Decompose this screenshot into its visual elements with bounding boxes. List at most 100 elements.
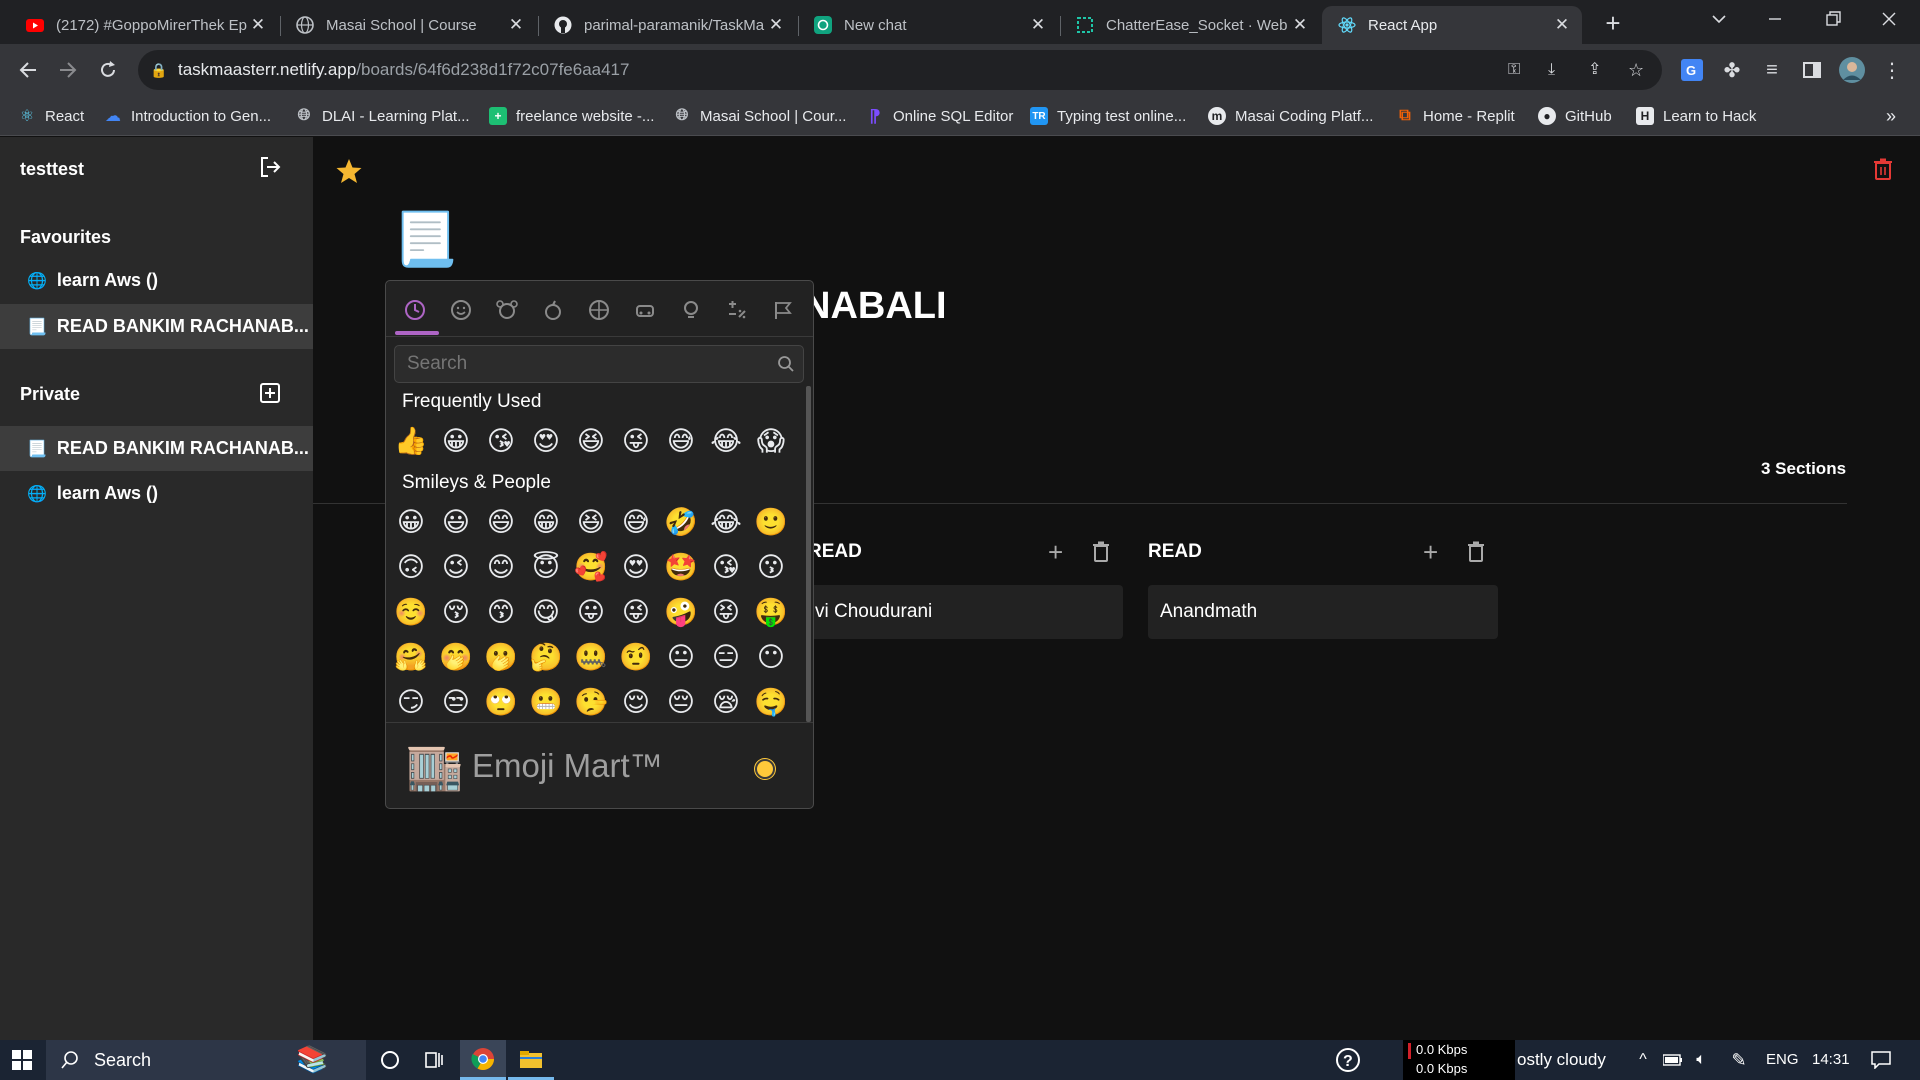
chrome-taskbar-icon[interactable] [460, 1040, 506, 1080]
emoji-button[interactable]: 😍 [526, 421, 566, 461]
sidebar-item-private-read-bankim[interactable]: 📃 READ BANKIM RACHANAB... [0, 426, 313, 471]
emoji-button[interactable]: 🤑 [751, 592, 791, 632]
emoji-button[interactable]: 🤐 [571, 637, 611, 677]
share-icon[interactable]: ⇪ [1588, 50, 1601, 90]
emoji-button[interactable]: 😑 [706, 637, 746, 677]
language-indicator[interactable]: ENG [1766, 1051, 1799, 1068]
close-icon[interactable]: ✕ [1552, 15, 1572, 35]
volume-icon[interactable]: 🔈︎ [1688, 1040, 1714, 1080]
emoji-button[interactable]: 😘 [706, 547, 746, 587]
emoji-search-input[interactable] [395, 346, 755, 382]
kebab-menu-icon[interactable]: ⋮ [1878, 56, 1906, 84]
battery-icon[interactable] [1660, 1040, 1686, 1080]
tab-youtube[interactable]: (2172) #GoppoMirerThek Ep ✕ [10, 6, 278, 44]
card[interactable]: Anandmath [1148, 585, 1498, 639]
close-icon[interactable]: ✕ [506, 15, 526, 35]
emoji-button[interactable]: 🙂 [751, 502, 791, 542]
bookmark-learn-hack[interactable]: H Learn to Hack [1636, 105, 1756, 127]
emoji-button[interactable]: 😁 [526, 502, 566, 542]
clock-icon[interactable] [400, 295, 430, 325]
emoji-button[interactable]: 😐 [661, 637, 701, 677]
emoji-button[interactable]: 😊 [481, 547, 521, 587]
emoji-button[interactable]: 🥰 [571, 547, 611, 587]
emoji-button[interactable]: 😉 [436, 547, 476, 587]
reload-icon[interactable] [94, 56, 122, 84]
emoji-button[interactable]: 🤣 [661, 502, 701, 542]
pen-icon[interactable]: ✎ [1724, 1040, 1754, 1080]
food-icon[interactable] [538, 295, 568, 325]
emoji-button[interactable]: 🤔 [526, 637, 566, 677]
weather-text[interactable]: ostly cloudy [1517, 1050, 1606, 1070]
restore-icon[interactable] [1824, 10, 1844, 30]
emoji-button[interactable]: 😗 [751, 547, 791, 587]
close-icon[interactable]: ✕ [1028, 15, 1048, 35]
bookmark-freelance[interactable]: + freelance website -... [489, 105, 654, 127]
skin-tone-selector[interactable] [755, 759, 775, 779]
add-card-icon[interactable]: + [1423, 537, 1438, 568]
emoji-button[interactable]: 🤭 [436, 637, 476, 677]
task-view-icon[interactable] [414, 1040, 454, 1080]
help-icon[interactable]: ? [1328, 1040, 1368, 1080]
close-icon[interactable]: ✕ [766, 15, 786, 35]
card[interactable]: vi Choudurani [803, 585, 1123, 639]
emoji-button[interactable]: 😪 [706, 682, 746, 722]
symbols-icon[interactable] [722, 295, 752, 325]
tab-react-app[interactable]: React App ✕ [1322, 6, 1582, 44]
emoji-button[interactable]: 😜 [616, 592, 656, 632]
emoji-button[interactable]: ☺️ [391, 592, 431, 632]
new-tab-button[interactable]: + [1598, 8, 1628, 38]
emoji-button[interactable]: 😜 [616, 421, 656, 461]
cortana-icon[interactable] [370, 1040, 410, 1080]
tab-masai[interactable]: Masai School | Course ✕ [280, 6, 536, 44]
notifications-icon[interactable] [1866, 1040, 1896, 1080]
lightbulb-icon[interactable] [676, 295, 706, 325]
close-icon[interactable]: ✕ [1290, 15, 1310, 35]
delete-section-icon[interactable] [1466, 540, 1488, 564]
clock-time[interactable]: 14:31 [1812, 1051, 1850, 1068]
emoji-button[interactable]: 😅 [616, 502, 656, 542]
add-card-icon[interactable]: + [1048, 537, 1063, 568]
minimize-icon[interactable] [1766, 10, 1786, 30]
emoji-button[interactable]: 😌 [616, 682, 656, 722]
emoji-button[interactable]: 😆 [571, 502, 611, 542]
emoji-button[interactable]: 🙃 [391, 547, 431, 587]
board-title[interactable]: NABALI [803, 285, 947, 328]
bookmark-github[interactable]: ● GitHub [1538, 105, 1612, 127]
emoji-button[interactable]: 😅 [661, 421, 701, 461]
emoji-button[interactable]: 😆 [571, 421, 611, 461]
tab-github[interactable]: parimal-paramanik/TaskMa ✕ [538, 6, 796, 44]
emoji-button[interactable]: 😂 [706, 421, 746, 461]
emoji-button[interactable]: 😏 [391, 682, 431, 722]
forward-arrow-icon[interactable] [54, 56, 82, 84]
emoji-button[interactable]: 😋 [526, 592, 566, 632]
tab-chatgpt[interactable]: New chat ✕ [798, 6, 1058, 44]
emoji-button[interactable]: 😝 [706, 592, 746, 632]
bookmark-dlai[interactable]: 🌐︎ DLAI - Learning Plat... [295, 105, 470, 127]
side-panel-icon[interactable] [1798, 56, 1826, 84]
emoji-button[interactable]: 😬 [526, 682, 566, 722]
emoji-button[interactable]: 😚 [436, 592, 476, 632]
sidebar-item-fav-learn-aws[interactable]: 🌐 learn Aws () [0, 258, 313, 303]
emoji-button[interactable]: 🤥 [571, 682, 611, 722]
emoji-button[interactable]: 😍 [616, 547, 656, 587]
emoji-button[interactable]: 🙄 [481, 682, 521, 722]
profile-avatar[interactable] [1838, 56, 1866, 84]
emoji-button[interactable]: 😶 [751, 637, 791, 677]
emoji-button[interactable]: 👍 [391, 421, 431, 461]
emoji-button[interactable]: 😄 [481, 502, 521, 542]
emoji-button[interactable]: 😙 [481, 592, 521, 632]
windows-start-icon[interactable] [0, 1040, 44, 1080]
bookmark-masai[interactable]: 🌐︎ Masai School | Cour... [673, 105, 847, 127]
window-close-icon[interactable] [1880, 10, 1900, 30]
section-title[interactable]: READ [1148, 541, 1202, 563]
close-icon[interactable]: ✕ [248, 15, 268, 35]
bookmark-star-icon[interactable]: ☆ [1628, 50, 1644, 90]
sidebar-item-private-learn-aws[interactable]: 🌐 learn Aws () [0, 471, 313, 516]
extensions-puzzle-icon[interactable]: ✤ [1718, 56, 1746, 84]
taskbar-search-box[interactable]: Search 📚 [46, 1040, 366, 1080]
media-controls-icon[interactable]: ≡ [1758, 56, 1786, 84]
chevron-up-icon[interactable]: ^ [1630, 1040, 1656, 1080]
emoji-button[interactable]: 😀 [436, 421, 476, 461]
animal-icon[interactable] [492, 295, 522, 325]
emoji-scrollbar[interactable] [806, 386, 811, 722]
